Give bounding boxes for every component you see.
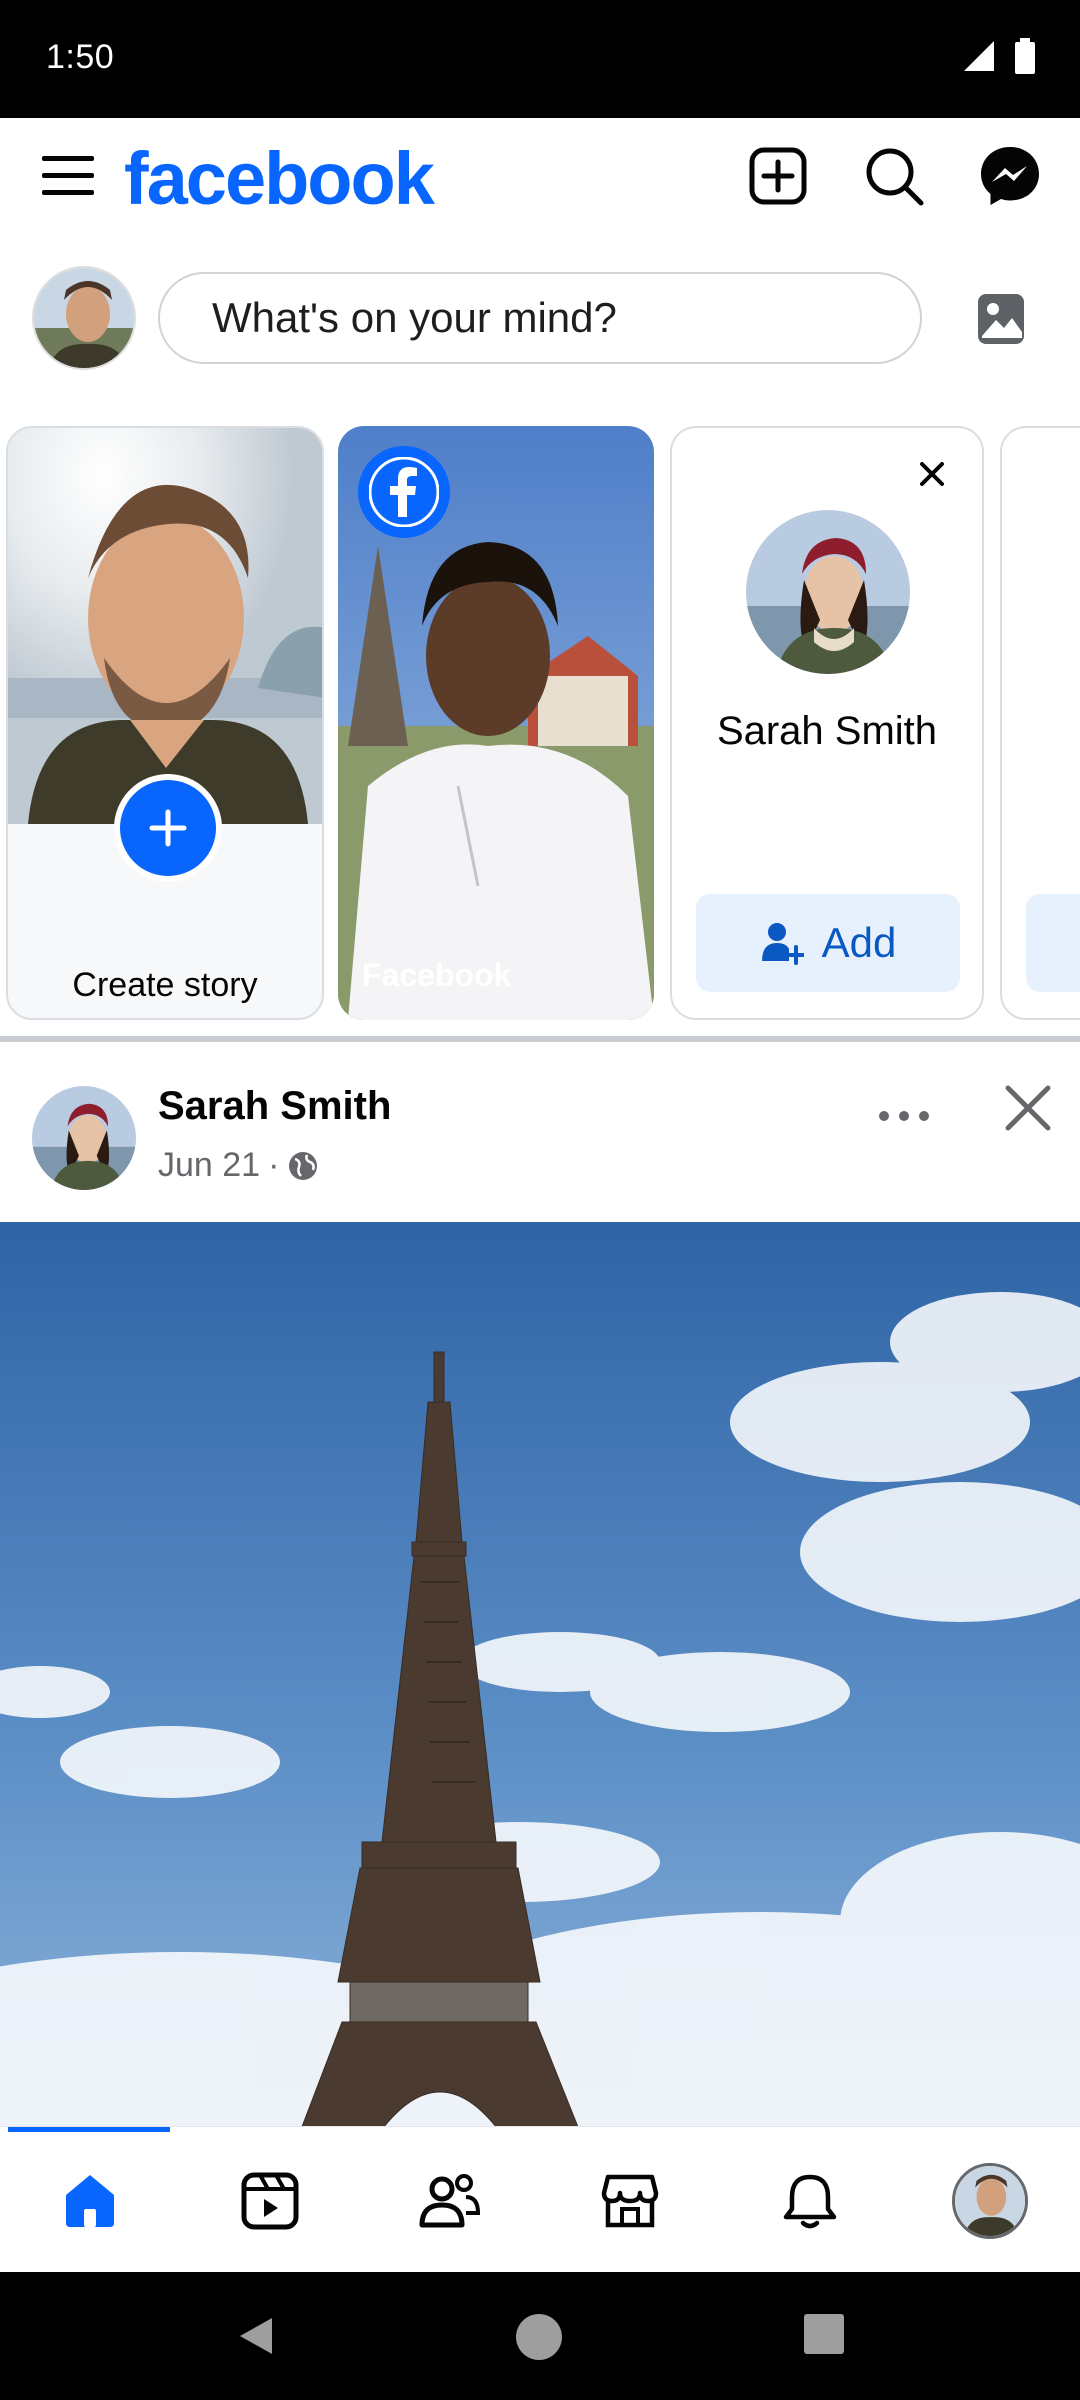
- post-date[interactable]: Jun 21: [158, 1146, 260, 1185]
- post-meta: Jun 21 ·: [158, 1146, 319, 1185]
- create-story-card[interactable]: Create story: [6, 426, 324, 1020]
- search-button[interactable]: [860, 142, 928, 210]
- system-navigation-bar: [0, 2272, 1080, 2400]
- suggestion-name: Sarah Smith: [716, 709, 938, 753]
- next-suggestion-card[interactable]: [1000, 426, 1080, 1020]
- globe-icon: [289, 1151, 318, 1180]
- tab-notifications[interactable]: [770, 2161, 850, 2241]
- create-story-photo: [8, 428, 322, 824]
- next-add-button[interactable]: [1026, 894, 1080, 992]
- photo-icon[interactable]: [974, 292, 1028, 346]
- more-options-icon[interactable]: [876, 1096, 932, 1136]
- meta-separator: ·: [268, 1146, 280, 1184]
- messenger-button[interactable]: [976, 142, 1044, 210]
- tab-video[interactable]: [230, 2161, 310, 2241]
- active-tab-indicator: [8, 2127, 170, 2132]
- video-icon: [241, 2172, 299, 2230]
- hide-post-icon[interactable]: [1000, 1080, 1056, 1136]
- plus-icon: [149, 809, 187, 847]
- plus-square-icon: [749, 147, 807, 205]
- status-icons: [962, 38, 1036, 74]
- feed-post: Sarah Smith Jun 21 ·: [0, 1042, 1080, 2126]
- facebook-page-icon: [358, 446, 450, 538]
- facebook-story-label: Facebook: [362, 957, 512, 993]
- signal-icon: [964, 41, 994, 71]
- create-post-button[interactable]: [744, 142, 812, 210]
- close-icon[interactable]: [912, 454, 952, 494]
- notifications-icon: [783, 2174, 837, 2229]
- home-circle-icon[interactable]: [514, 2312, 564, 2362]
- status-bar: 1:50: [0, 0, 1080, 118]
- post-author-name[interactable]: Sarah Smith: [158, 1084, 391, 1129]
- app-header: facebook: [0, 118, 1080, 236]
- whats-on-your-mind-input[interactable]: What's on your mind?: [158, 272, 922, 364]
- facebook-story-card[interactable]: Facebook: [338, 426, 654, 1020]
- create-story-label: Create story: [72, 966, 258, 1004]
- add-story-button[interactable]: [114, 774, 222, 882]
- add-person-icon: [761, 923, 804, 965]
- tab-marketplace[interactable]: [590, 2161, 670, 2241]
- user-avatar[interactable]: [32, 266, 136, 370]
- back-icon[interactable]: [232, 2312, 280, 2360]
- suggestion-avatar[interactable]: [746, 510, 910, 674]
- menu-icon[interactable]: [40, 148, 96, 204]
- tab-home[interactable]: [50, 2161, 130, 2241]
- search-icon: [866, 148, 924, 206]
- post-author-avatar[interactable]: [32, 1086, 136, 1190]
- bottom-navigation: [0, 2126, 1080, 2272]
- post-composer: What's on your mind?: [0, 236, 1080, 408]
- messenger-icon: [981, 147, 1039, 205]
- facebook-logo[interactable]: facebook: [124, 136, 435, 221]
- friend-suggestion-card[interactable]: Sarah Smith Add: [670, 426, 984, 1020]
- profile-avatar: [952, 2163, 1028, 2239]
- composer-placeholder: What's on your mind?: [212, 294, 617, 341]
- tab-profile[interactable]: [950, 2161, 1030, 2241]
- friends-icon: [419, 2174, 481, 2228]
- home-icon: [66, 2175, 114, 2227]
- avatar-photo: [34, 268, 134, 368]
- tab-friends[interactable]: [410, 2161, 490, 2241]
- stories-tray: Create story Facebook Sarah Smith Add: [0, 408, 1080, 1038]
- battery-icon: [1015, 38, 1035, 74]
- recents-icon[interactable]: [802, 2312, 846, 2356]
- marketplace-icon: [601, 2174, 659, 2228]
- post-photo[interactable]: [0, 1222, 1080, 2126]
- add-friend-label: Add: [821, 919, 897, 966]
- add-friend-button[interactable]: Add: [696, 894, 960, 992]
- status-time: 1:50: [46, 38, 115, 76]
